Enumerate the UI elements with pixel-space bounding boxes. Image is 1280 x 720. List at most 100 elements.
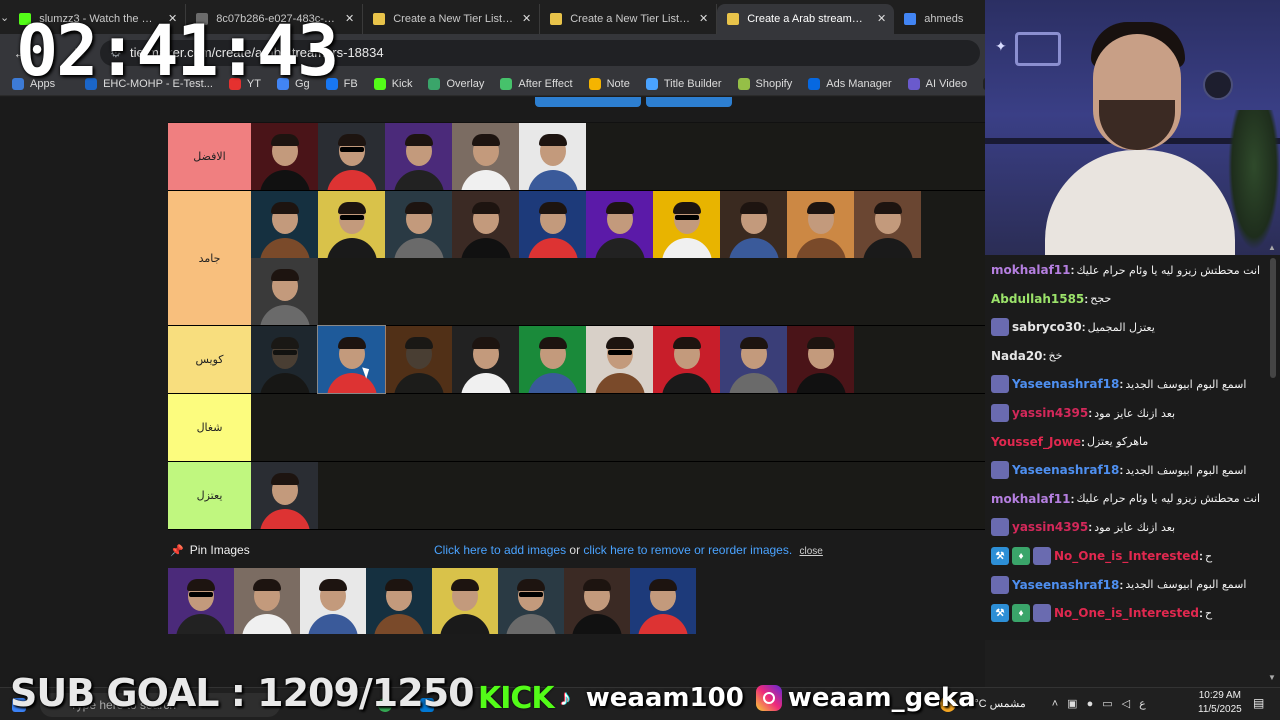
pool-image[interactable]	[432, 568, 498, 634]
chat-username[interactable]: No_One_is_Interested	[1054, 549, 1199, 563]
user-avatar[interactable]	[991, 404, 1009, 422]
chat-username[interactable]: Youssef_Jowe	[991, 435, 1081, 449]
tier-item-image[interactable]	[653, 191, 720, 258]
microphone-icon[interactable]: ●	[1087, 698, 1094, 710]
tier-item-image[interactable]	[720, 326, 787, 393]
bookmark-item[interactable]: Title Builder	[645, 77, 722, 90]
user-avatar[interactable]	[991, 461, 1009, 480]
tier-item-image[interactable]	[251, 258, 318, 325]
chat-username[interactable]: Yaseenashraf18	[1012, 578, 1119, 592]
tier-item-image[interactable]	[452, 326, 519, 393]
chat-username[interactable]: yassin4395	[1012, 406, 1088, 420]
pool-image[interactable]	[234, 568, 300, 634]
chat-username[interactable]: mokhalaf11	[991, 263, 1071, 277]
tier-label[interactable]: الافضل	[168, 123, 251, 190]
close-tab-icon[interactable]: ✕	[877, 12, 886, 25]
user-avatar[interactable]	[991, 518, 1009, 537]
tier-item-image[interactable]	[653, 326, 720, 393]
tier-item-image[interactable]	[787, 191, 854, 258]
pool-image[interactable]	[498, 568, 564, 634]
tier-label[interactable]: شغال	[168, 394, 251, 461]
bookmark-item[interactable]: Kick	[373, 77, 412, 90]
pool-image[interactable]	[168, 568, 234, 634]
user-avatar[interactable]	[1033, 547, 1051, 565]
pool-image[interactable]	[630, 568, 696, 634]
thumb-body	[795, 238, 846, 258]
chat-username[interactable]: yassin4395	[1012, 520, 1088, 534]
browser-tab[interactable]: Create a New Tier List - Tie ✕	[540, 4, 718, 34]
sub-badge-icon[interactable]: ♦	[1012, 604, 1030, 623]
user-avatar[interactable]	[991, 575, 1009, 594]
tab-search-button[interactable]: ⌄	[0, 0, 9, 34]
chat-scrollbar[interactable]	[1270, 258, 1276, 378]
keyboard-language[interactable]: ع	[1139, 697, 1146, 710]
browser-tab[interactable]: Create a Arab streamers Ti ✕	[717, 4, 895, 34]
user-avatar[interactable]	[991, 375, 1009, 394]
close-link[interactable]: close	[800, 546, 823, 557]
tier-label[interactable]: يعتزل	[168, 462, 251, 529]
chat-username[interactable]: sabryco30	[1012, 320, 1082, 334]
chat-username[interactable]: Yaseenashraf18	[1012, 463, 1119, 477]
tier-item-image[interactable]	[251, 462, 318, 529]
chat-username[interactable]: mokhalaf11	[991, 492, 1071, 506]
tier-item-image[interactable]	[787, 326, 854, 393]
tier-item-image[interactable]	[452, 123, 519, 190]
tier-item-image[interactable]	[318, 191, 385, 258]
bookmark-item[interactable]: Ads Manager	[808, 77, 892, 90]
scroll-down-icon[interactable]: ▼	[1268, 673, 1276, 682]
close-tab-icon[interactable]: ✕	[699, 12, 708, 25]
clock-area[interactable]: 10:29 AM 11/5/2025	[1198, 689, 1242, 717]
scroll-up-icon[interactable]: ▲	[1268, 243, 1276, 252]
bookmark-item[interactable]: Overlay	[428, 77, 484, 90]
sub-badge-icon[interactable]: ♦	[1012, 547, 1030, 565]
tier-item-image[interactable]	[385, 326, 452, 393]
chat-username[interactable]: Abdullah1585	[991, 292, 1084, 306]
chat-username[interactable]: Yaseenashraf18	[1012, 377, 1119, 391]
pool-image[interactable]	[366, 568, 432, 634]
tier-item-image[interactable]	[385, 123, 452, 190]
tier-item-image[interactable]	[519, 191, 586, 258]
tier-item-image[interactable]	[318, 123, 385, 190]
network-icon[interactable]: ▣	[1067, 697, 1077, 710]
tier-item-image[interactable]	[720, 191, 787, 258]
tier-item-image[interactable]	[854, 191, 921, 258]
tier-item-image[interactable]	[385, 191, 452, 258]
download-button[interactable]	[646, 97, 732, 107]
bookmark-item[interactable]: Note	[588, 77, 630, 90]
chat-username[interactable]: Nada20	[991, 349, 1043, 363]
close-tab-icon[interactable]: ✕	[345, 12, 354, 25]
tier-item-image[interactable]	[452, 191, 519, 258]
pin-images-toggle[interactable]: 📌 Pin Images	[170, 543, 250, 557]
add-images-link[interactable]: Click here to add images	[434, 543, 566, 557]
bookmark-item[interactable]: After Effect	[500, 77, 573, 90]
volume-icon[interactable]: ◁	[1122, 697, 1130, 710]
tier-item-image[interactable]	[586, 326, 653, 393]
browser-tab[interactable]: ahmeds	[894, 4, 985, 34]
bookmark-item[interactable]: AI Video	[907, 77, 967, 90]
reorder-images-link[interactable]: click here to remove or reorder images.	[583, 543, 792, 557]
user-avatar[interactable]	[1033, 604, 1051, 623]
chat-message: Abdullah1585: حجح	[991, 287, 1111, 311]
tier-item-image[interactable]	[519, 326, 586, 393]
close-tab-icon[interactable]: ✕	[522, 12, 531, 25]
hammer-badge-icon[interactable]: ⚒	[991, 547, 1009, 565]
tier-item-image[interactable]	[251, 123, 318, 190]
battery-icon[interactable]: ▭	[1102, 697, 1112, 710]
browser-tab[interactable]: Create a New Tier List - Tie ✕	[363, 4, 541, 34]
tier-item-image[interactable]	[251, 326, 318, 393]
chat-username[interactable]: No_One_is_Interested	[1054, 606, 1199, 620]
tier-item-image[interactable]	[519, 123, 586, 190]
notification-icon[interactable]: ▤	[1253, 696, 1264, 710]
hammer-badge-icon[interactable]: ⚒	[991, 604, 1009, 623]
tier-label[interactable]: جامد	[168, 191, 251, 325]
tier-item-image[interactable]	[251, 191, 318, 258]
user-avatar[interactable]	[991, 318, 1009, 337]
tier-item-image[interactable]	[317, 325, 386, 394]
tier-label[interactable]: كويس	[168, 326, 251, 393]
save-button[interactable]	[535, 97, 641, 107]
chevron-up-icon[interactable]: ˄	[1052, 698, 1058, 710]
pool-image[interactable]	[300, 568, 366, 634]
pool-image[interactable]	[564, 568, 630, 634]
bookmark-item[interactable]: Shopify	[737, 77, 792, 90]
tier-item-image[interactable]	[586, 191, 653, 258]
